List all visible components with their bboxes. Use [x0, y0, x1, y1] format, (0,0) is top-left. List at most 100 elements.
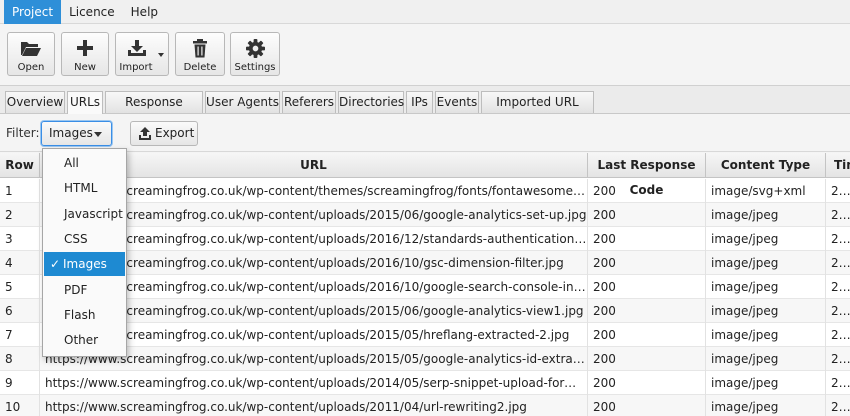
cell-time: 27-I — [831, 400, 850, 414]
table-row[interactable]: 2 https://www.screamingfrog.co.uk/wp-cont… — [0, 203, 850, 227]
filter-option-all[interactable]: All — [44, 151, 125, 175]
cell-response-code: 200 — [588, 227, 706, 251]
tab-directories[interactable]: Directories — [338, 91, 404, 113]
table-row[interactable]: 6 https://www.screamingfrog.co.uk/wp-cont… — [0, 299, 850, 323]
cell-content-type: image/jpeg — [706, 395, 826, 416]
column-header-time[interactable]: Tim — [826, 153, 850, 178]
filter-bar: Filter: Images Export — [0, 114, 850, 152]
table-row[interactable]: 9 https://www.screamingfrog.co.uk/wp-cont… — [0, 371, 850, 395]
filter-option-html[interactable]: HTML — [44, 176, 125, 200]
tab-imported-url-data[interactable]: Imported URL Data — [481, 91, 594, 129]
filter-option-label: Other — [64, 333, 99, 348]
cell-response-code: 200 — [588, 395, 706, 416]
new-button[interactable]: New — [61, 32, 109, 76]
toolbar: Open New Import Delete Settings — [0, 24, 850, 86]
export-label: Export — [155, 126, 195, 140]
cell-content-type: image/jpeg — [706, 203, 826, 227]
folder-open-icon — [8, 37, 54, 59]
cell-content-type: image/svg+xml — [706, 179, 826, 203]
open-button[interactable]: Open — [7, 32, 55, 76]
checkmark-icon: ✓ — [50, 257, 61, 272]
filter-option-label: All — [64, 156, 79, 170]
menu-help[interactable]: Help — [123, 0, 166, 24]
table-row[interactable]: 3 https://www.screamingfrog.co.uk/wp-cont… — [0, 227, 850, 251]
tab-overview[interactable]: Overview — [5, 91, 65, 113]
cell-response-code: 200 — [588, 347, 706, 371]
filter-selected-value: Images — [49, 126, 93, 140]
cell-time: 27-I — [831, 256, 850, 270]
cell-time: 28-I — [831, 352, 850, 366]
delete-button[interactable]: Delete — [175, 32, 225, 76]
filter-option-javascript[interactable]: Javascript — [44, 202, 125, 226]
filter-option-label: Images — [63, 257, 107, 272]
new-label: New — [74, 62, 96, 73]
cell-time: 28-I — [831, 328, 850, 342]
filter-dropdown[interactable]: Images — [41, 121, 112, 146]
filter-option-label: Javascript — [64, 206, 123, 221]
cell-response-code: 200 — [588, 203, 706, 227]
cell-row-number: 6 — [0, 299, 40, 323]
column-header-row[interactable]: Row — [0, 153, 40, 178]
cell-row-number: 9 — [0, 371, 40, 395]
filter-option-css[interactable]: CSS — [44, 227, 125, 251]
filter-option-pdf[interactable]: PDF — [44, 278, 125, 302]
cell-content-type: image/jpeg — [706, 371, 826, 395]
cell-row-number: 4 — [0, 251, 40, 275]
cell-response-code: 200 — [588, 275, 706, 299]
table-row[interactable]: 5 https://www.screamingfrog.co.uk/wp-cont… — [0, 275, 850, 299]
cell-content-type: image/jpeg — [706, 323, 826, 347]
tab-ips[interactable]: IPs — [406, 91, 433, 113]
filter-option-label: Flash — [64, 307, 96, 322]
cell-response-code: 200 — [588, 179, 706, 203]
chevron-down-icon — [94, 132, 102, 137]
cell-row-number: 7 — [0, 323, 40, 347]
table-row[interactable]: 8 https://www.screamingfrog.co.uk/wp-cont… — [0, 347, 850, 371]
filter-option-flash[interactable]: Flash — [44, 303, 125, 327]
import-button[interactable]: Import — [115, 32, 169, 76]
cell-content-type: image/jpeg — [706, 251, 826, 275]
cell-content-type: image/jpeg — [706, 347, 826, 371]
menu-project[interactable]: Project — [4, 0, 62, 24]
tab-events[interactable]: Events — [435, 91, 479, 113]
tab-bar: Overview URLs Response Codes User Agents… — [0, 86, 850, 129]
cell-content-type: image/jpeg — [706, 227, 826, 251]
cell-content-type: image/jpeg — [706, 275, 826, 299]
settings-button[interactable]: Settings — [230, 32, 280, 76]
cell-response-code: 200 — [588, 251, 706, 275]
import-label: Import — [119, 62, 153, 73]
cell-row-number: 1 — [0, 179, 40, 203]
chevron-down-icon — [158, 53, 164, 57]
filter-option-images[interactable]: ✓ Images — [44, 252, 125, 277]
filter-options-popup: All HTML Javascript CSS ✓ Images PDF Flash Other — [42, 148, 127, 357]
cell-url: https://www.screamingfrog.co.uk/wp-conte… — [40, 395, 588, 416]
table-row[interactable]: 1 https://www.screamingfrog.co.uk/wp-cont… — [0, 179, 850, 203]
tab-user-agents[interactable]: User Agents — [205, 91, 280, 113]
cell-row-number: 3 — [0, 227, 40, 251]
column-header-content-type[interactable]: Content Type — [706, 153, 826, 178]
table-row[interactable]: 7 https://www.screamingfrog.co.uk/wp-cont… — [0, 323, 850, 347]
cell-row-number: 2 — [0, 203, 40, 227]
export-icon — [138, 126, 152, 148]
table-header: Row URL Last Response Code Content Type … — [0, 153, 850, 197]
filter-option-label: CSS — [64, 231, 88, 246]
tab-referers[interactable]: Referers — [282, 91, 336, 113]
column-header-last-response-code[interactable]: Last Response Code — [588, 153, 706, 197]
cell-time: 27-I — [831, 232, 850, 246]
export-button[interactable]: Export — [130, 121, 198, 146]
settings-label: Settings — [234, 62, 276, 73]
cell-row-number: 8 — [0, 347, 40, 371]
filter-option-other[interactable]: Other — [44, 328, 125, 352]
filter-label: Filter: — [6, 126, 40, 140]
tab-response-codes[interactable]: Response Codes — [105, 91, 203, 129]
cell-time: 27-I — [831, 280, 850, 294]
cell-url: https://www.screamingfrog.co.uk/wp-conte… — [40, 371, 588, 395]
cell-response-code: 200 — [588, 299, 706, 323]
cell-time: 28-I — [831, 304, 850, 318]
table-row[interactable]: 4 https://www.screamingfrog.co.uk/wp-cont… — [0, 251, 850, 275]
tab-urls[interactable]: URLs — [67, 91, 103, 114]
table-row[interactable]: 10 https://www.screamingfrog.co.uk/wp-con… — [0, 395, 850, 416]
menu-licence[interactable]: Licence — [61, 0, 123, 24]
cell-time: 28-I — [831, 184, 850, 198]
cell-row-number: 5 — [0, 275, 40, 299]
cell-response-code: 200 — [588, 323, 706, 347]
